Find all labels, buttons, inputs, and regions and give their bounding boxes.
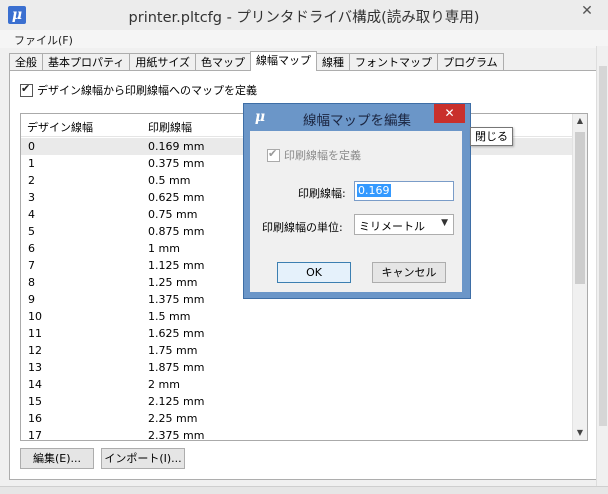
scroll-down-icon[interactable]: ▼ [573,426,587,440]
ok-button[interactable]: OK [277,262,351,283]
tab-program[interactable]: プログラム [437,53,504,71]
tab-basic-properties[interactable]: 基本プロパティ [42,53,131,71]
menu-file[interactable]: ファイル(F) [14,32,73,48]
table-row[interactable]: 11 1.625 mm [21,325,573,342]
define-print-weight-row: 印刷線幅を定義 [267,147,361,163]
chevron-down-icon: ▼ [441,218,448,228]
window-scroll-thumb[interactable] [599,66,607,426]
menu-bar: ファイル(F) [0,30,608,48]
table-row[interactable]: 10 1.5 mm [21,308,573,325]
edit-button[interactable]: 編集(E)... [20,448,94,469]
table-row[interactable]: 13 1.875 mm [21,359,573,376]
tab-font-map[interactable]: フォントマップ [349,53,439,71]
scroll-thumb[interactable] [575,132,585,284]
table-row[interactable]: 17 2.375 mm [21,427,573,440]
define-print-weight-checkbox [267,147,280,162]
tab-strip: 全般 基本プロパティ 用紙サイズ 色マップ 線幅マップ 線種 フォントマップ プ… [9,51,504,71]
print-weight-label: 印刷線幅: [298,187,346,200]
column-header-design-weight[interactable]: デザイン線幅 [27,119,93,135]
title-bar: μ printer.pltcfg - プリンタドライバ構成(読み取り専用) ✕ [0,0,608,31]
dialog-body: 印刷線幅を定義 印刷線幅: 0.169 印刷線幅の単位: ミリメートル ▼ OK… [250,131,462,292]
print-weight-value: 0.169 [357,184,391,197]
unit-label: 印刷線幅の単位: [262,221,343,234]
window-title: printer.pltcfg - プリンタドライバ構成(読み取り専用) [128,10,480,26]
tab-general[interactable]: 全般 [9,53,43,71]
unit-select-value: ミリメートル [359,220,425,233]
table-row[interactable]: 15 2.125 mm [21,393,573,410]
map-define-checkbox-row[interactable]: デザイン線幅から印刷線幅へのマップを定義 [20,82,257,98]
tab-line-weight-map[interactable]: 線幅マップ [250,51,318,71]
tab-paper-size[interactable]: 用紙サイズ [129,53,197,71]
window-scrollbar[interactable] [596,46,608,486]
column-header-print-weight[interactable]: 印刷線幅 [148,119,192,135]
print-weight-input[interactable]: 0.169 [354,181,454,201]
tab-line-style[interactable]: 線種 [316,53,351,71]
unit-select[interactable]: ミリメートル ▼ [354,214,454,235]
tab-color-map[interactable]: 色マップ [195,53,252,71]
table-row[interactable]: 16 2.25 mm [21,410,573,427]
window-close-button[interactable]: ✕ [572,0,602,22]
define-print-weight-label: 印刷線幅を定義 [284,149,361,162]
map-define-checkbox-label: デザイン線幅から印刷線幅へのマップを定義 [37,84,257,97]
edit-line-weight-dialog: μ 線幅マップを編集 ✕ 印刷線幅を定義 印刷線幅: 0.169 印刷線幅の単位… [243,103,471,299]
map-define-checkbox[interactable] [20,82,33,97]
close-tooltip: 閉じる [470,127,513,146]
import-button[interactable]: インポート(I)... [101,448,185,469]
table-row[interactable]: 12 1.75 mm [21,342,573,359]
dialog-close-button[interactable]: ✕ [434,104,465,123]
scroll-up-icon[interactable]: ▲ [573,114,587,128]
table-row[interactable]: 14 2 mm [21,376,573,393]
list-scrollbar[interactable]: ▲ ▼ [572,114,587,440]
cancel-button[interactable]: キャンセル [372,262,446,283]
